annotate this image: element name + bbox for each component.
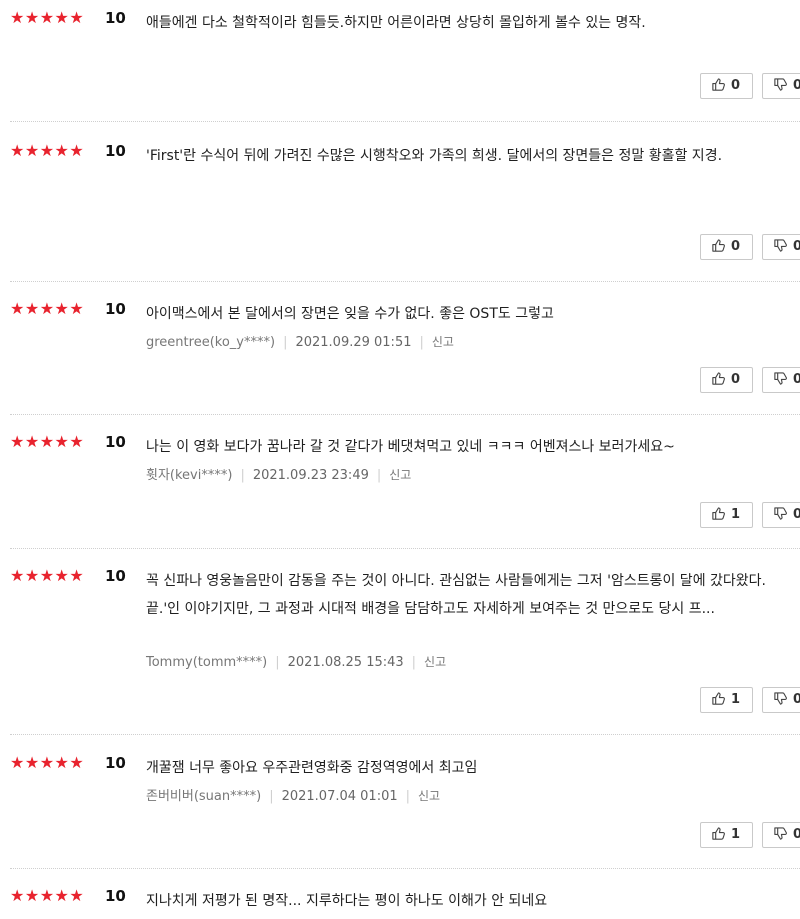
review-meta: 휫자(kevi****) | 2021.09.23 23:49 | 신고	[146, 466, 411, 485]
report-link[interactable]: 신고	[418, 789, 440, 803]
dislike-count: 0	[793, 827, 800, 842]
review-divider	[10, 121, 800, 122]
author-name[interactable]: Tommy(tomm****)	[146, 655, 267, 670]
review-text: 지나치게 저평가 된 명작... 지루하다는 평이 하나도 이해가 안 되네요	[146, 893, 548, 909]
thumbs-down-icon	[773, 827, 793, 842]
rating-score: 10	[105, 567, 126, 585]
like-button[interactable]: 0	[700, 367, 753, 393]
meta-separator: |	[411, 655, 417, 670]
dislike-button[interactable]: 0	[762, 502, 800, 528]
dislike-count: 0	[793, 239, 800, 254]
star-rating: ★★★★★	[10, 566, 85, 585]
meta-separator: |	[240, 468, 245, 483]
dislike-button[interactable]: 0	[762, 73, 800, 99]
meta-separator: |	[376, 468, 382, 483]
thumbs-up-icon	[711, 239, 731, 254]
thumbs-down-icon	[773, 507, 793, 522]
review-text: 애들에겐 다소 철학적이라 힘들듯.하지만 어른이라면 상당히 몰입하게 볼수 …	[146, 15, 646, 31]
author-name[interactable]: 휫자(kevi****)	[146, 468, 232, 483]
review-date: 2021.09.29 01:51	[295, 335, 412, 350]
star-rating: ★★★★★	[10, 753, 85, 772]
dislike-count: 0	[793, 692, 800, 707]
rating-score: 10	[105, 754, 126, 772]
rating-score: 10	[105, 887, 126, 905]
report-link[interactable]: 신고	[389, 468, 411, 482]
like-count: 0	[731, 239, 741, 254]
like-count: 1	[731, 507, 741, 522]
author-name[interactable]: greentree(ko_y****)	[146, 335, 275, 350]
thumbs-down-icon	[773, 78, 793, 93]
review-list: ★★★★★ 10 애들에겐 다소 철학적이라 힘들듯.하지만 어른이라면 상당히 몰…	[0, 0, 800, 919]
like-count: 1	[731, 827, 741, 842]
like-button[interactable]: 0	[700, 234, 753, 260]
report-link[interactable]: 신고	[432, 335, 454, 349]
rating-score: 10	[105, 433, 126, 451]
star-rating: ★★★★★	[10, 886, 85, 905]
meta-separator: |	[283, 335, 288, 350]
thumbs-up-icon	[711, 827, 731, 842]
review-text: 아이맥스에서 본 달에서의 장면은 잊을 수가 없다. 좋은 OST도 그렇고	[146, 306, 554, 322]
dislike-button[interactable]: 0	[762, 367, 800, 393]
like-button[interactable]: 1	[700, 822, 753, 848]
star-rating: ★★★★★	[10, 299, 85, 318]
thumbs-up-icon	[711, 372, 731, 387]
thumbs-down-icon	[773, 372, 793, 387]
dislike-count: 0	[793, 78, 800, 93]
report-link[interactable]: 신고	[424, 655, 446, 669]
review-text: 나는 이 영화 보다가 꿈나라 갈 것 같다가 베댓쳐먹고 있네 ㅋㅋㅋ 어벤져…	[146, 439, 675, 455]
like-count: 0	[731, 78, 741, 93]
review-text: 'First'란 수식어 뒤에 가려진 수많은 시행착오와 가족의 희생. 달에…	[146, 148, 723, 164]
review-meta: greentree(ko_y****) | 2021.09.29 01:51 | 신고	[146, 333, 454, 352]
rating-score: 10	[105, 9, 126, 27]
thumbs-down-icon	[773, 239, 793, 254]
dislike-count: 0	[793, 372, 800, 387]
rating-score: 10	[105, 300, 126, 318]
review-divider	[10, 548, 800, 549]
meta-separator: |	[405, 789, 411, 804]
review-divider	[10, 734, 800, 735]
review-text: 꼭 신파나 영웅놀음만이 감동을 주는 것이 아니다. 관심없는 사람들에게는 …	[146, 573, 766, 617]
star-rating: ★★★★★	[10, 141, 85, 160]
like-count: 1	[731, 692, 741, 707]
like-button[interactable]: 0	[700, 73, 753, 99]
review-date: 2021.08.25 15:43	[287, 655, 404, 670]
author-name[interactable]: 존버비버(suan****)	[146, 789, 261, 804]
dislike-count: 0	[793, 507, 800, 522]
review-divider	[10, 868, 800, 869]
like-button[interactable]: 1	[700, 502, 753, 528]
thumbs-up-icon	[711, 78, 731, 93]
meta-separator: |	[275, 655, 280, 670]
rating-score: 10	[105, 142, 126, 160]
dislike-button[interactable]: 0	[762, 234, 800, 260]
dislike-button[interactable]: 0	[762, 687, 800, 713]
dislike-button[interactable]: 0	[762, 822, 800, 848]
review-text: 개꿀잼 너무 좋아요 우주관련영화중 감정역영에서 최고임	[146, 760, 478, 776]
review-meta: Tommy(tomm****) | 2021.08.25 15:43 | 신고	[146, 653, 446, 672]
meta-separator: |	[269, 789, 274, 804]
star-rating: ★★★★★	[10, 8, 85, 27]
thumbs-up-icon	[711, 692, 731, 707]
review-date: 2021.07.04 01:01	[281, 789, 398, 804]
like-count: 0	[731, 372, 741, 387]
review-divider	[10, 281, 800, 282]
meta-separator: |	[419, 335, 424, 350]
thumbs-down-icon	[773, 692, 793, 707]
star-rating: ★★★★★	[10, 432, 85, 451]
like-button[interactable]: 1	[700, 687, 753, 713]
review-date: 2021.09.23 23:49	[252, 468, 369, 483]
thumbs-up-icon	[711, 507, 731, 522]
review-meta: 존버비버(suan****) | 2021.07.04 01:01 | 신고	[146, 787, 440, 806]
review-divider	[10, 414, 800, 415]
